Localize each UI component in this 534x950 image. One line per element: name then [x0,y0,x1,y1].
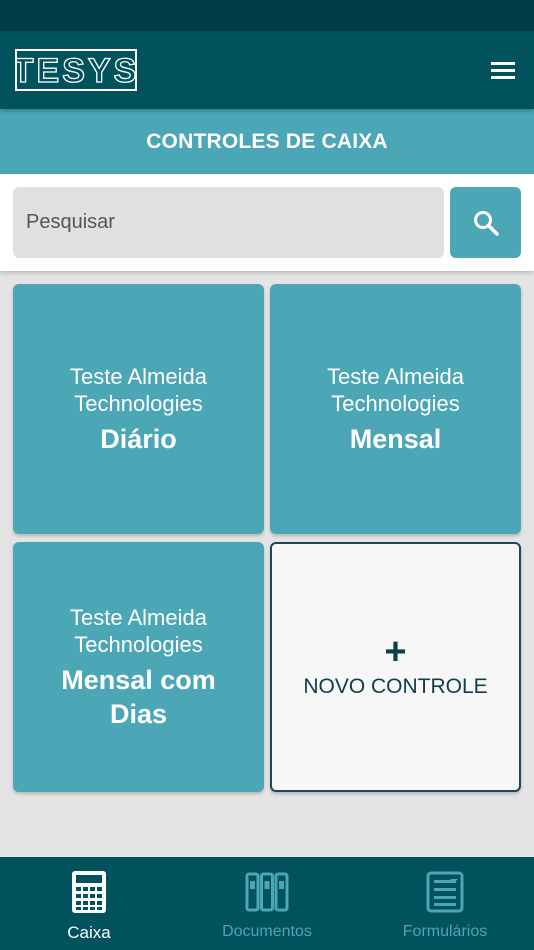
search-icon [473,210,499,236]
tile-company-name: Teste Almeida Technologies [70,604,207,657]
svg-text:TESYS: TESYS [15,52,137,90]
cash-control-tile[interactable]: Teste Almeida Technologies Mensal com Di… [13,542,264,792]
nav-label-formularios: Formulários [402,923,488,940]
nav-item-documentos[interactable]: Documentos [178,857,356,950]
bottom-navigation: Caixa Documentos Formulários [0,857,534,950]
calculator-icon [66,869,112,915]
plus-icon: + [384,631,407,673]
search-button[interactable] [450,187,521,258]
form-icon [422,869,468,915]
page-title: CONTROLES DE CAIXA [146,129,388,153]
binders-icon [244,869,290,915]
tile-company-name: Teste Almeida Technologies [70,363,207,416]
nav-item-formularios[interactable]: Formulários [356,857,534,950]
search-area [0,174,534,271]
page-title-bar: CONTROLES DE CAIXA [0,109,534,174]
nav-label-caixa: Caixa [67,923,111,942]
new-control-button[interactable]: + NOVO CONTROLE [270,542,521,792]
search-input[interactable] [13,187,444,258]
nav-item-caixa[interactable]: Caixa [0,857,178,950]
cash-control-tile[interactable]: Teste Almeida Technologies Diário [13,284,264,534]
tesys-logo: TESYS [12,49,137,91]
status-bar [0,0,534,31]
nav-label-documentos: Documentos [222,923,312,940]
tile-period: Mensal [349,423,442,454]
new-control-label: NOVO CONTROLE [303,675,488,698]
app-bar: TESYS [0,31,534,109]
tile-company-name: Teste Almeida Technologies [327,363,464,416]
hamburger-menu-icon[interactable] [488,55,518,85]
cash-control-tile[interactable]: Teste Almeida Technologies Mensal [270,284,521,534]
tile-period: Mensal com Dias [61,664,216,729]
tile-period: Diário [100,423,177,454]
